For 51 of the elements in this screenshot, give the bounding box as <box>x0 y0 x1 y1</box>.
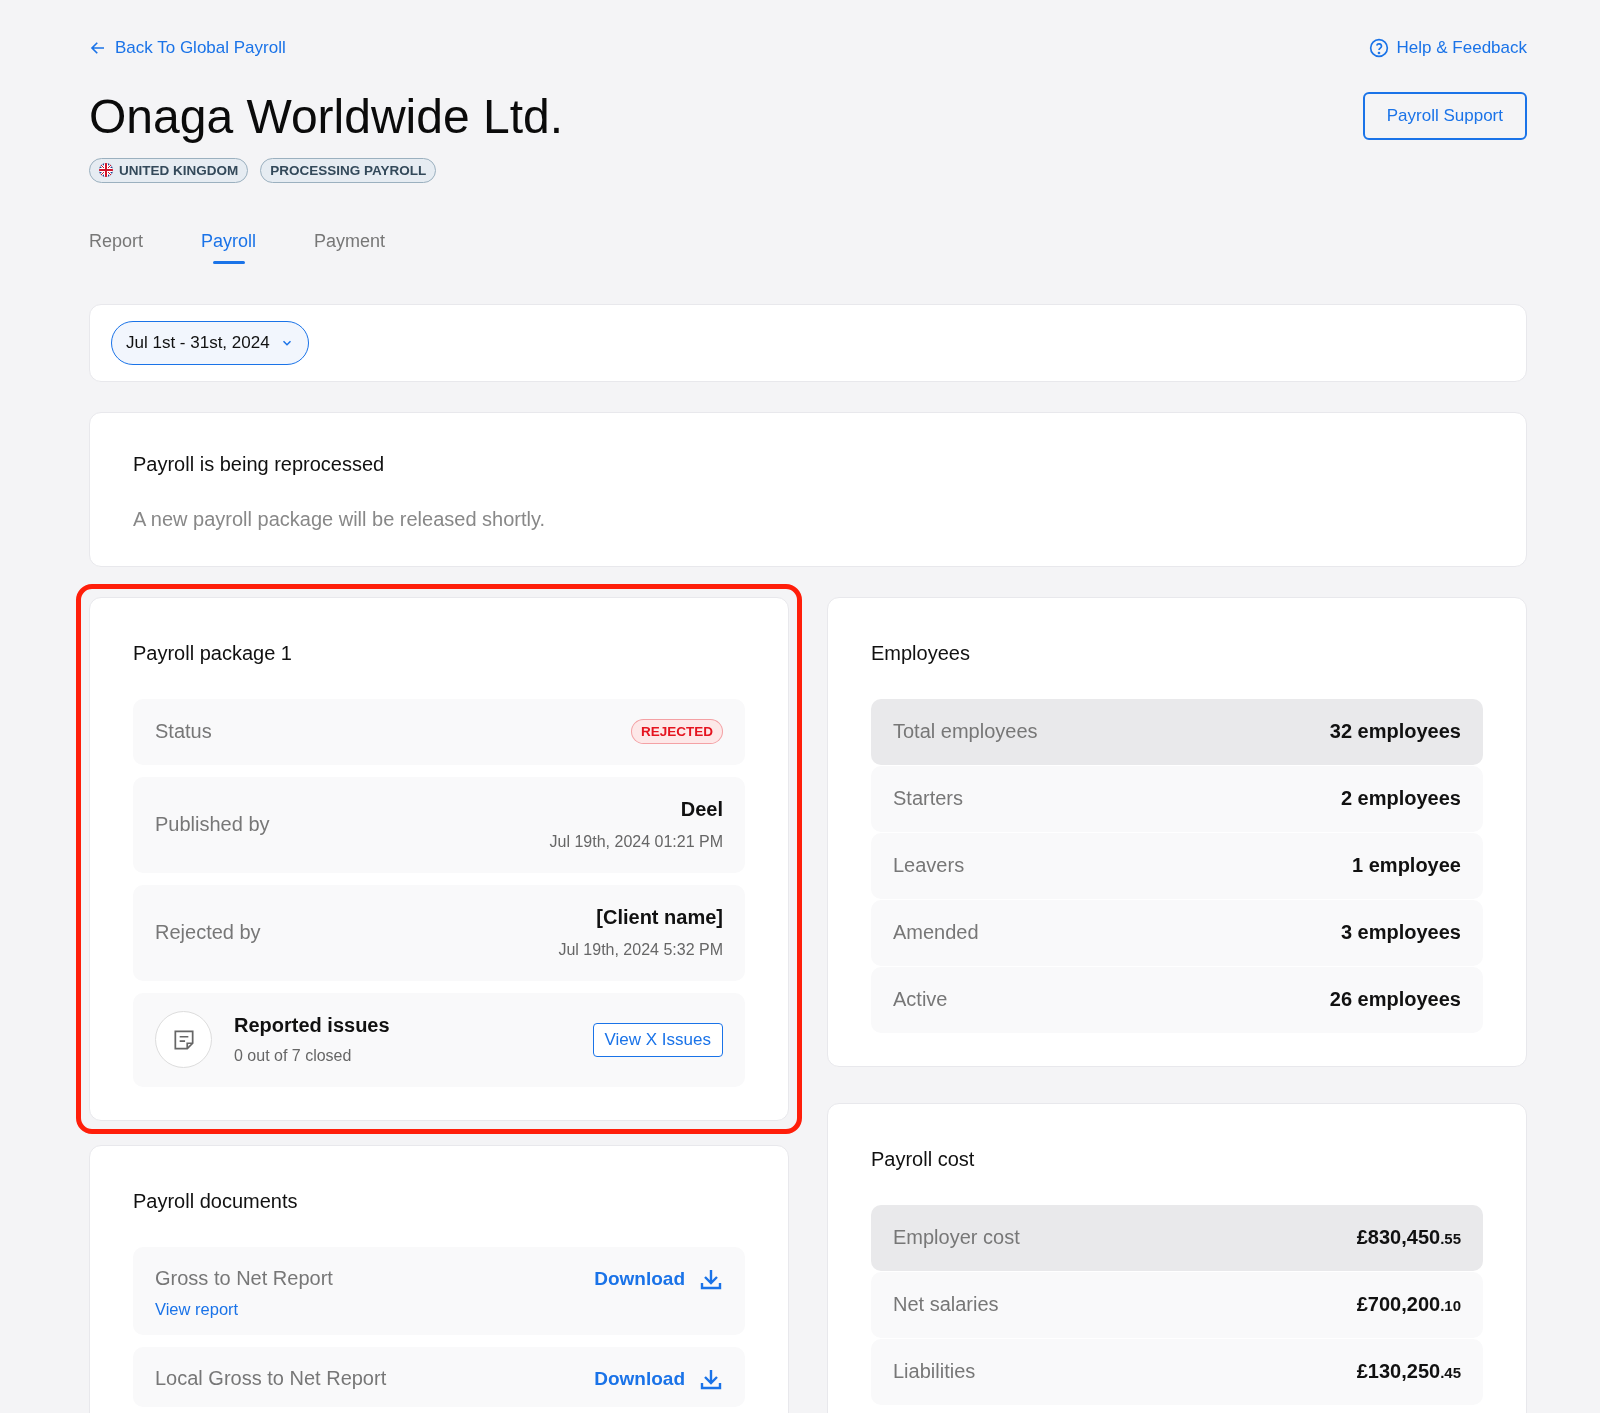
row-value: 2 employees <box>1340 787 1461 811</box>
tab[interactable]: Payment <box>314 230 386 264</box>
row-label: Starters <box>893 787 964 811</box>
row-value: £130,250.45 <box>1356 1360 1461 1384</box>
tag: PROCESSING PAYROLL <box>260 157 437 183</box>
status-badge: REJECTED <box>631 719 723 745</box>
row-label: Liabilities <box>893 1360 976 1384</box>
help-icon <box>1368 38 1389 58</box>
row-label: Total employees <box>893 720 1038 744</box>
card-title: Payroll documents <box>133 1189 299 1213</box>
notice-title: Payroll is being reprocessed <box>133 452 386 476</box>
row-value: 1 employee <box>1352 854 1461 878</box>
row-label: Leavers <box>893 854 965 878</box>
document-name: Gross to Net Report <box>155 1266 333 1290</box>
row-label: Active <box>893 988 948 1012</box>
row-label: Employer cost <box>893 1226 1020 1250</box>
card-title: Payroll cost <box>871 1147 976 1171</box>
row-value: £700,200.10 <box>1356 1293 1461 1317</box>
event-time: Jul 19th, 2024 5:32 PM <box>558 941 723 960</box>
row-label: Amended <box>893 921 979 945</box>
row-label: Net salaries <box>893 1293 999 1317</box>
row-value: 26 employees <box>1329 988 1461 1012</box>
tab[interactable]: Payroll <box>201 230 257 264</box>
card-title: Employees <box>871 641 971 665</box>
tab[interactable]: Report <box>89 230 144 264</box>
download-link[interactable]: Download <box>594 1366 723 1391</box>
row-value: £830,450.55 <box>1356 1226 1461 1250</box>
row-value: 3 employees <box>1340 921 1461 945</box>
issues-count: 0 out of 7 closed <box>234 1047 353 1066</box>
back-link[interactable]: Back To Global Payroll <box>89 38 286 58</box>
row-label: Status <box>155 720 212 744</box>
view-issues-button[interactable]: View X Issues <box>592 1022 723 1057</box>
card-title: Payroll package 1 <box>133 641 293 665</box>
payroll-support-button[interactable]: Payroll Support <box>1362 92 1527 140</box>
notice-text: A new payroll package will be released shortly. <box>133 507 547 531</box>
flag-icon <box>99 163 113 178</box>
event-time: Jul 19th, 2024 01:21 PM <box>549 833 723 852</box>
arrow-left-icon <box>89 39 107 57</box>
issues-title: Reported issues <box>234 1014 390 1038</box>
help-link[interactable]: Help & Feedback <box>1368 38 1527 58</box>
actor-name: [Client name] <box>596 906 723 930</box>
row-label: Published by <box>155 813 270 837</box>
view-report-link[interactable]: View report <box>155 1299 333 1319</box>
row-value: 32 employees <box>1329 720 1461 744</box>
period-dropdown[interactable]: Jul 1st - 31st, 2024 <box>111 320 309 365</box>
download-link[interactable]: Download <box>594 1266 723 1291</box>
actor-name: Deel <box>680 798 723 822</box>
company-title: Onaga Worldwide Ltd. <box>89 89 564 145</box>
document-name: Local Gross to Net Report <box>155 1366 387 1390</box>
row-label: Rejected by <box>155 921 261 945</box>
tag: UNITED KINGDOM <box>89 157 249 183</box>
